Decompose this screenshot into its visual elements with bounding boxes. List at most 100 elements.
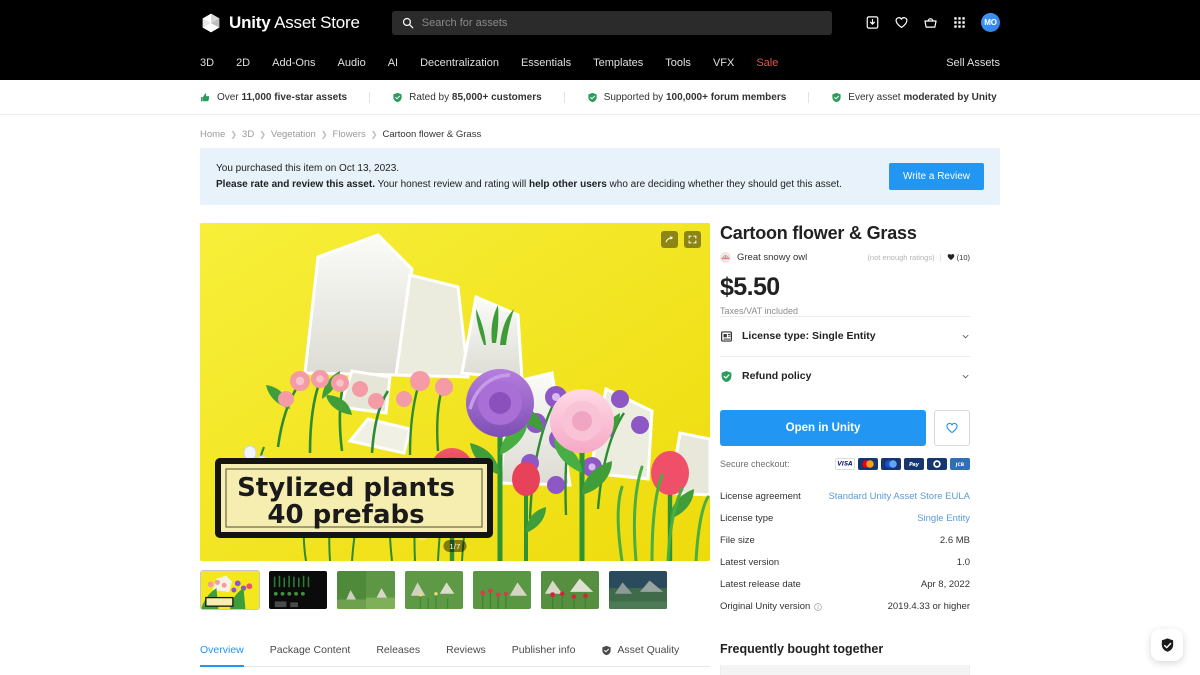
- tab-package-content[interactable]: Package Content: [270, 644, 351, 667]
- thumb-hero-yellow-art: [201, 571, 259, 609]
- license-type-accordion[interactable]: License type: Single Entity: [720, 315, 970, 356]
- tab-label: Releases: [376, 644, 421, 656]
- thumbnail-1[interactable]: [200, 570, 260, 610]
- svg-text:Stylized plants: Stylized plants: [237, 473, 455, 503]
- trust-item-rated-by-customers: Rated by 85,000+ customers: [392, 91, 565, 103]
- payment-diners-icon: [927, 457, 947, 470]
- thumb-red-flowers-rocks-art: [541, 571, 599, 609]
- breadcrumb-item-home[interactable]: Home: [200, 129, 225, 140]
- detail-key: Original Unity version: [720, 601, 823, 612]
- open-in-unity-button[interactable]: Open in Unity: [720, 409, 926, 446]
- thumbnail-3[interactable]: [336, 570, 396, 610]
- topnav-primary-row: Unity Asset Store Search for assets MO: [0, 0, 1200, 45]
- gallery-column: Stylized plants 40 prefabs 1/7 Overview …: [200, 223, 710, 667]
- breadcrumb-separator: ❯: [230, 130, 238, 139]
- nav-category-templates[interactable]: Templates: [593, 57, 643, 69]
- banner-bold-rate: Please rate and review this asset.: [216, 178, 375, 190]
- thumbnail-2[interactable]: [268, 570, 328, 610]
- category-nav-row: 3D 2D Add-Ons Audio AI Decentralization …: [0, 45, 1200, 80]
- nav-category-decentralization[interactable]: Decentralization: [420, 57, 499, 69]
- detail-key: License agreement: [720, 491, 801, 503]
- user-avatar[interactable]: MO: [981, 13, 1000, 32]
- detail-value: Apr 8, 2022: [920, 579, 970, 591]
- add-to-wishlist-button[interactable]: [934, 409, 970, 446]
- license-type-label: License type: Single Entity: [742, 330, 876, 343]
- breadcrumb-item-flowers[interactable]: Flowers: [333, 129, 366, 140]
- hero-image[interactable]: Stylized plants 40 prefabs 1/7: [200, 223, 710, 561]
- nav-category-ai[interactable]: AI: [388, 57, 398, 69]
- banner-end-text: who are deciding whether they should get…: [606, 178, 842, 190]
- check-shield-icon: [588, 92, 597, 102]
- tab-asset-quality[interactable]: Asset Quality: [601, 644, 679, 667]
- detail-value-eula-link[interactable]: Standard Unity Asset Store EULA: [828, 491, 970, 502]
- sell-assets-link[interactable]: Sell Assets: [946, 57, 1000, 69]
- refund-policy-accordion[interactable]: Refund policy: [720, 355, 970, 396]
- tab-reviews[interactable]: Reviews: [446, 644, 486, 667]
- detail-key: License type: [720, 513, 774, 525]
- nav-category-essentials[interactable]: Essentials: [521, 57, 571, 69]
- payment-visa-icon: VISA: [835, 457, 855, 470]
- detail-value: 2.6 MB: [939, 535, 970, 547]
- heart-outline-icon: [946, 422, 958, 433]
- refund-policy-label: Refund policy: [742, 370, 812, 383]
- banner-bold-help: help other users: [528, 178, 607, 190]
- breadcrumb-item-vegetation[interactable]: Vegetation: [271, 129, 316, 140]
- chevron-down-icon: [962, 374, 969, 378]
- price: $5.50: [720, 272, 780, 301]
- chevron-down-icon: [962, 334, 969, 338]
- nav-category-audio[interactable]: Audio: [338, 57, 366, 69]
- logo-bold-text: Unity: [229, 12, 271, 32]
- logo-wordmark: Unity Asset Store: [229, 13, 360, 33]
- search-box[interactable]: [391, 10, 832, 35]
- nav-category-sale[interactable]: Sale: [756, 57, 778, 69]
- detail-row-license-type: License type Single Entity: [720, 508, 970, 530]
- nav-category-add-ons[interactable]: Add-Ons: [272, 57, 315, 69]
- expand-arrow-button[interactable]: [661, 231, 678, 248]
- page-content: Home ❯ 3D ❯ Vegetation ❯ Flowers ❯ Carto…: [0, 115, 1200, 675]
- banner-line-purchased: You purchased this item on Oct 13, 2023.: [216, 163, 400, 174]
- tab-publisher-info[interactable]: Publisher info: [512, 644, 576, 667]
- thumbnail-7[interactable]: [608, 570, 668, 610]
- write-a-review-button[interactable]: Write a Review: [888, 163, 984, 190]
- trust-text: Supported by 100,000+ forum members: [603, 91, 787, 103]
- thumbnail-6[interactable]: [540, 570, 600, 610]
- thumb-dark-catalog-art: [269, 571, 327, 609]
- thumbnail-5[interactable]: [472, 570, 532, 610]
- detail-row-original-unity-version: Original Unity version 2019.4.33 or high…: [720, 596, 970, 618]
- svg-text:VISA: VISA: [837, 462, 853, 468]
- heart-icon[interactable]: [894, 15, 909, 30]
- cart-icon[interactable]: [923, 15, 938, 30]
- info-icon[interactable]: [814, 602, 823, 611]
- publisher-name[interactable]: Great snowy owl: [737, 252, 807, 263]
- detail-value-license-type-link[interactable]: Single Entity: [917, 513, 970, 524]
- detail-key: File size: [720, 535, 755, 547]
- svg-text:JCB: JCB: [955, 462, 965, 468]
- tab-label: Reviews: [446, 644, 486, 656]
- nav-category-tools[interactable]: Tools: [665, 57, 691, 69]
- breadcrumb-separator: ❯: [320, 130, 328, 139]
- thumb-green-scene-1-art: [337, 571, 395, 609]
- gallery-counter: 1/7: [443, 540, 467, 552]
- nav-icon-group: MO: [865, 13, 1000, 32]
- apps-grid-icon[interactable]: [952, 15, 967, 30]
- breadcrumb-item-3d[interactable]: 3D: [242, 129, 254, 140]
- tab-label: Overview: [200, 644, 244, 656]
- fullscreen-icon: [688, 235, 697, 244]
- thumb-red-flowers-art: [473, 571, 531, 609]
- svg-text:Pay: Pay: [909, 462, 920, 468]
- tab-releases[interactable]: Releases: [376, 644, 420, 667]
- unity-asset-store-logo[interactable]: Unity Asset Store: [200, 12, 360, 34]
- thumbnail-4[interactable]: [404, 570, 464, 610]
- nav-category-3d[interactable]: 3D: [200, 57, 214, 69]
- nav-category-2d[interactable]: 2D: [236, 57, 250, 69]
- fullscreen-button[interactable]: [684, 231, 701, 248]
- support-chat-button[interactable]: [1151, 629, 1183, 661]
- tab-overview[interactable]: Overview: [200, 644, 244, 667]
- thumbnail-strip: [200, 570, 710, 610]
- nav-category-vfx[interactable]: VFX: [713, 57, 734, 69]
- search-input[interactable]: [421, 16, 822, 29]
- frequently-bought-together-card[interactable]: [720, 664, 970, 675]
- thumb-dusk-scene-art: [609, 571, 667, 609]
- rating-separator: |: [939, 252, 942, 262]
- downloads-icon[interactable]: [865, 15, 880, 30]
